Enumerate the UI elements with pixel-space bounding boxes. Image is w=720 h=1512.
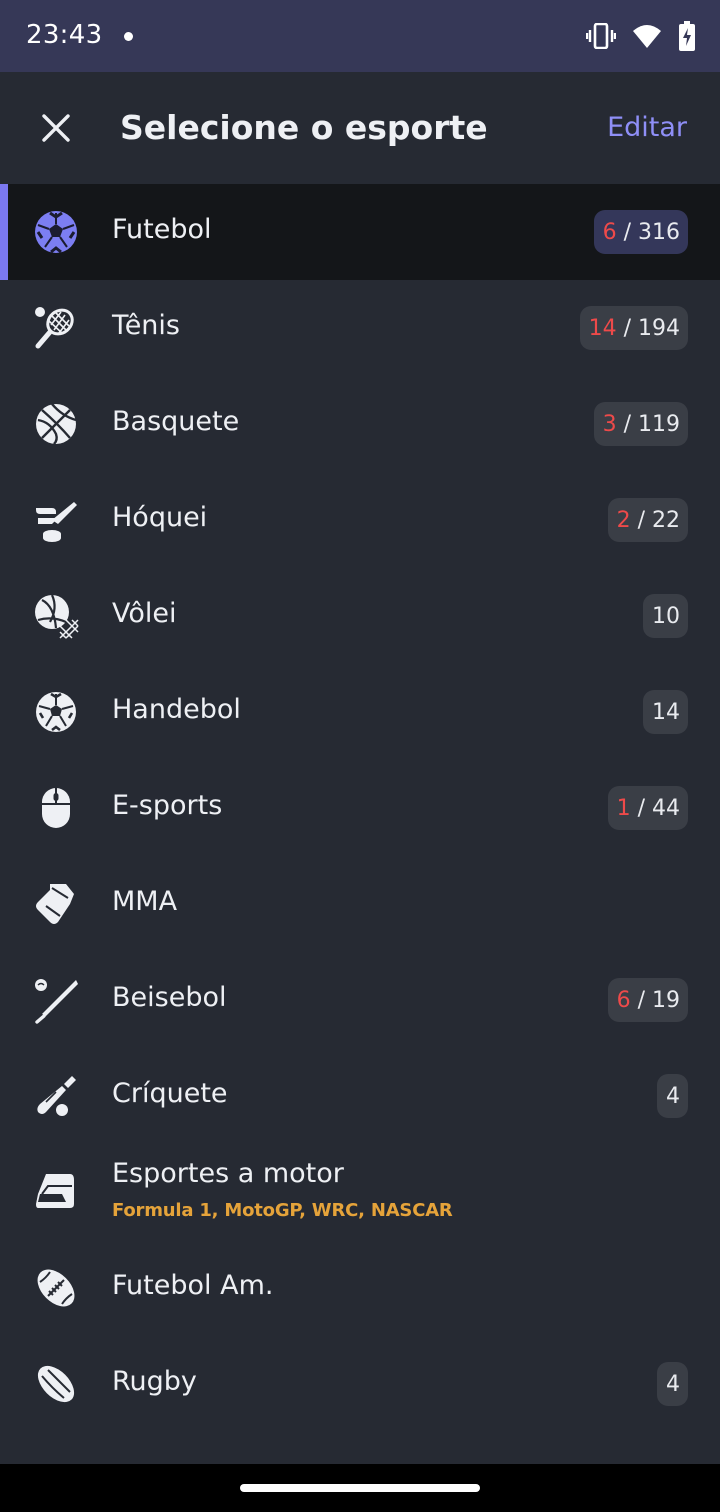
- sport-name: Hóquei: [112, 502, 208, 533]
- sport-name: Futebol: [112, 214, 212, 245]
- live-count: 6: [616, 987, 631, 1013]
- page-title: Selecione o esporte: [120, 108, 488, 147]
- sport-item-handebol[interactable]: Handebol 14: [0, 664, 720, 760]
- sport-name: Rugby: [112, 1366, 197, 1397]
- count-separator: /: [623, 315, 631, 341]
- notification-dot-icon: [124, 32, 133, 41]
- sport-item-volei[interactable]: Vôlei 10: [0, 568, 720, 664]
- total-count: 44: [652, 795, 680, 821]
- sport-item-esportes-a-motor[interactable]: Esportes a motor Formula 1, MotoGP, WRC,…: [0, 1144, 720, 1240]
- sport-item-mma[interactable]: MMA: [0, 856, 720, 952]
- count-separator: /: [637, 987, 645, 1013]
- sport-name: Basquete: [112, 406, 240, 437]
- home-gesture-handle[interactable]: [240, 1484, 480, 1492]
- status-time: 23:43: [26, 20, 103, 50]
- status-bar: 23:43: [0, 0, 720, 72]
- soccer-ball-icon: [32, 208, 80, 256]
- volleyball-icon: [32, 592, 80, 640]
- event-count-badge: 6/ 19: [607, 978, 688, 1022]
- edit-button[interactable]: Editar: [607, 112, 687, 143]
- sport-name: Esportes a motor: [112, 1158, 344, 1189]
- live-count: 14: [588, 315, 617, 341]
- count-separator: /: [637, 507, 645, 533]
- event-count-badge: 2/ 22: [607, 498, 688, 542]
- selected-indicator: [0, 184, 8, 280]
- sport-item-rugby[interactable]: Rugby 4: [0, 1336, 720, 1432]
- close-button[interactable]: [32, 104, 80, 152]
- sport-item-futebol[interactable]: Futebol 6/ 316: [0, 184, 720, 280]
- total-count: 10: [652, 603, 680, 629]
- event-count-badge: 3/ 119: [593, 402, 688, 446]
- total-count: 4: [666, 1083, 680, 1109]
- cricket-bat-icon: [32, 1072, 80, 1120]
- sport-subtitle: Formula 1, MotoGP, WRC, NASCAR: [112, 1200, 453, 1221]
- event-count-badge: 6/ 316: [593, 210, 688, 254]
- baseball-bat-icon: [32, 976, 80, 1024]
- sport-item-criquete[interactable]: Críquete 4: [0, 1048, 720, 1144]
- sport-item-tenis[interactable]: Tênis 14/ 194: [0, 280, 720, 376]
- sport-item-basquete[interactable]: Basquete 3/ 119: [0, 376, 720, 472]
- sport-item-partial[interactable]: [0, 1432, 720, 1464]
- total-count: 14: [652, 699, 680, 725]
- total-count: 316: [638, 219, 680, 245]
- sport-list: Futebol 6/316 Tênis 14/194 Basquete 3/11…: [0, 184, 720, 1464]
- handball-icon: [32, 688, 80, 736]
- battery-charging-icon: [679, 21, 695, 51]
- live-count: 2: [616, 507, 631, 533]
- close-icon: [42, 114, 70, 142]
- sport-name: Tênis: [112, 310, 180, 341]
- total-count: 22: [652, 507, 680, 533]
- vibrate-icon: [586, 23, 616, 49]
- total-count: 119: [638, 411, 680, 437]
- event-count-badge: 14/ 194: [579, 306, 688, 350]
- header: Selecione o esporte Editar: [0, 72, 720, 184]
- wifi-icon: [633, 25, 661, 48]
- event-count-badge: 4: [657, 1362, 688, 1406]
- count-separator: /: [623, 219, 631, 245]
- sport-item-hoquei[interactable]: Hóquei 2/ 22: [0, 472, 720, 568]
- sport-name: E-sports: [112, 790, 223, 821]
- status-icons: [586, 20, 696, 52]
- live-count: 6: [602, 219, 617, 245]
- hockey-icon: [32, 496, 80, 544]
- live-count: 1: [616, 795, 631, 821]
- event-count-badge: 4: [657, 1074, 688, 1118]
- glove-icon: [32, 880, 80, 928]
- sport-name: Beisebol: [112, 982, 227, 1013]
- count-separator: /: [623, 411, 631, 437]
- tennis-racket-icon: [32, 304, 80, 352]
- rugby-ball-icon: [32, 1360, 80, 1408]
- sport-item-futebol-am[interactable]: Futebol Am.: [0, 1240, 720, 1336]
- total-count: 194: [638, 315, 680, 341]
- motor-helmet-icon: [32, 1168, 80, 1216]
- navigation-bar: [0, 1464, 720, 1512]
- american-football-icon: [32, 1264, 80, 1312]
- event-count-badge: 1/ 44: [607, 786, 688, 830]
- total-count: 4: [666, 1371, 680, 1397]
- sport-name: Handebol: [112, 694, 241, 725]
- sport-name: Futebol Am.: [112, 1270, 274, 1301]
- basketball-icon: [32, 400, 80, 448]
- sport-name: MMA: [112, 886, 178, 917]
- sport-item-e-sports[interactable]: E-sports 1/ 44: [0, 760, 720, 856]
- mouse-icon: [32, 784, 80, 832]
- sport-name: Críquete: [112, 1078, 228, 1109]
- live-count: 3: [602, 411, 617, 437]
- count-separator: /: [637, 795, 645, 821]
- total-count: 19: [652, 987, 680, 1013]
- event-count-badge: 10: [643, 594, 688, 638]
- sport-item-beisebol[interactable]: Beisebol 6/ 19: [0, 952, 720, 1048]
- sport-name: Vôlei: [112, 598, 177, 629]
- event-count-badge: 14: [643, 690, 688, 734]
